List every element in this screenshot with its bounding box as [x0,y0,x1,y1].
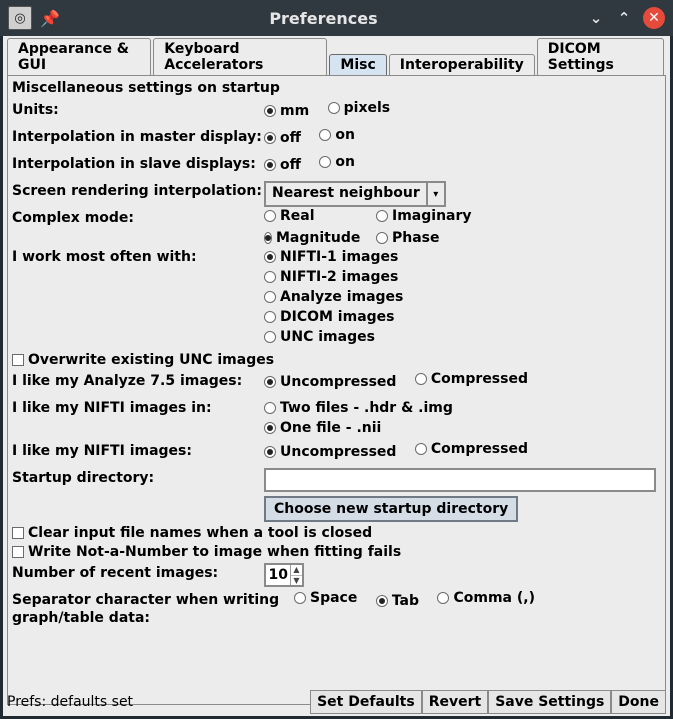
overwrite-unc-row: Overwrite existing UNC images [12,352,661,368]
tab-keyboard[interactable]: Keyboard Accelerators [153,38,327,75]
tab-interop[interactable]: Interoperability [389,54,535,75]
complex-imaginary[interactable]: Imaginary [376,208,647,224]
maximize-button[interactable]: ⌃ [613,9,635,27]
tab-dicom[interactable]: DICOM Settings [537,38,664,75]
footer: Prefs: defaults set Set Defaults Revert … [7,690,666,714]
revert-button[interactable]: Revert [422,690,489,714]
section-title: Miscellaneous settings on startup [8,76,665,100]
num-recent-spinner[interactable]: 10 ▲▼ [264,563,304,587]
set-defaults-button[interactable]: Set Defaults [310,690,422,714]
nifti-two-files[interactable]: Two files - .hdr & .img [264,400,661,416]
titlebar: ◎ 📌 Preferences ⌄ ⌃ ✕ [0,0,673,36]
tab-appearance[interactable]: Appearance & GUI [7,38,151,75]
window-title: Preferences [68,9,579,28]
window-content: Appearance & GUI Keyboard Accelerators M… [3,36,670,716]
interp-master-label: Interpolation in master display: [12,127,264,147]
chevron-down-icon: ▾ [426,183,444,205]
analyze75-uncomp[interactable]: Uncompressed [264,374,396,390]
interp-slave-off[interactable]: off [264,157,301,173]
complex-label: Complex mode: [12,208,264,228]
done-button[interactable]: Done [611,690,666,714]
chevron-up-icon[interactable]: ▲ [291,565,302,576]
save-settings-button[interactable]: Save Settings [488,690,611,714]
units-mm[interactable]: mm [264,103,309,119]
nifti-uncomp[interactable]: Uncompressed [264,444,396,460]
close-button[interactable]: ✕ [643,7,665,29]
interp-slave-on[interactable]: on [319,154,355,170]
interp-master-off[interactable]: off [264,130,301,146]
chevron-down-icon[interactable]: ▼ [291,576,302,586]
complex-phase[interactable]: Phase [376,230,647,246]
clear-input-row: Clear input file names when a tool is cl… [12,525,661,541]
tabs: Appearance & GUI Keyboard Accelerators M… [3,36,670,75]
screen-render-select[interactable]: Nearest neighbour ▾ [264,181,446,207]
work-analyze[interactable]: Analyze images [264,289,661,305]
units-pixels[interactable]: pixels [328,100,390,116]
num-recent-value: 10 [266,565,290,585]
work-dicom[interactable]: DICOM images [264,309,661,325]
write-nan-row: Write Not-a-Number to image when fitting… [12,544,661,560]
work-most-label: I work most often with: [12,247,264,267]
sep-char-label: Separator character when writing graph/t… [12,590,294,627]
sep-tab[interactable]: Tab [376,593,419,609]
work-nifti1[interactable]: NIFTI-1 images [264,249,661,265]
analyze75-comp[interactable]: Compressed [415,371,528,387]
tab-misc[interactable]: Misc [329,54,386,75]
sep-comma[interactable]: Comma (,) [437,590,535,606]
nifti-compressed[interactable]: Compressed [415,441,528,457]
screen-render-label: Screen rendering interpolation: [12,181,264,201]
nifti-comp-label: I like my NIFTI images: [12,441,264,461]
misc-panel: Miscellaneous settings on startup Units:… [7,75,666,705]
startup-dir-input[interactable] [264,468,656,492]
screen-render-value: Nearest neighbour [266,183,426,205]
startup-dir-label: Startup directory: [12,468,264,488]
interp-master-on[interactable]: on [319,127,355,143]
sep-space[interactable]: Space [294,590,357,606]
write-nan-check[interactable]: Write Not-a-Number to image when fitting… [12,544,401,560]
work-nifti2[interactable]: NIFTI-2 images [264,269,661,285]
num-recent-label: Number of recent images: [12,563,264,583]
complex-real[interactable]: Real [264,208,360,224]
work-unc[interactable]: UNC images [264,329,661,345]
choose-dir-button[interactable]: Choose new startup directory [264,496,518,522]
nifti-one-file[interactable]: One file - .nii [264,420,661,436]
interp-slave-label: Interpolation in slave displays: [12,154,264,174]
minimize-button[interactable]: ⌄ [585,9,607,27]
status-text: Prefs: defaults set [7,694,310,710]
clear-input-check[interactable]: Clear input file names when a tool is cl… [12,525,372,541]
complex-magnitude[interactable]: Magnitude [264,230,360,246]
overwrite-unc-check[interactable]: Overwrite existing UNC images [12,352,274,368]
analyze75-label: I like my Analyze 7.5 images: [12,371,264,391]
nifti-in-label: I like my NIFTI images in: [12,398,264,418]
units-label: Units: [12,100,264,120]
units-group: mm pixels [264,100,661,119]
pin-icon[interactable]: 📌 [40,9,60,28]
app-icon: ◎ [8,6,32,30]
